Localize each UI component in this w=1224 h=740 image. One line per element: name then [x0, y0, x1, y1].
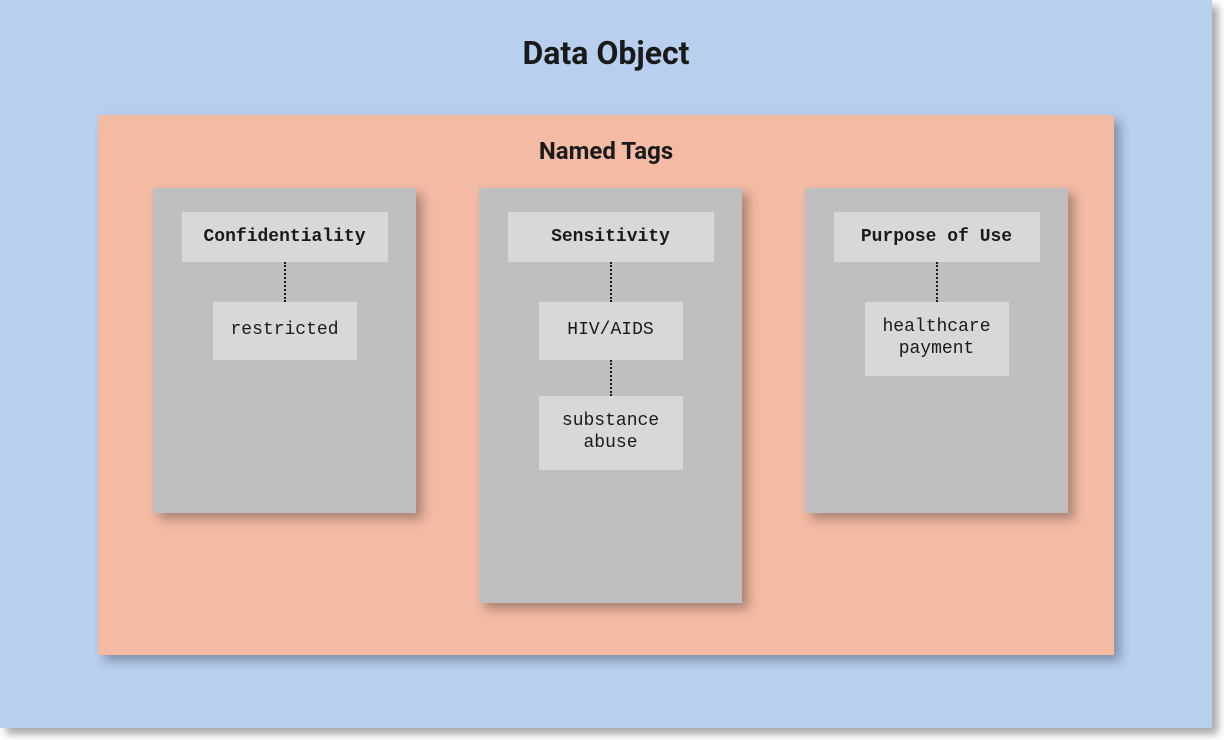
data-object-container: Data Object Named Tags Confidentiality r…	[0, 0, 1212, 728]
tag-header-sensitivity: Sensitivity	[508, 212, 714, 262]
tag-value: healthcare payment	[865, 302, 1009, 376]
tag-panel-sensitivity: Sensitivity HIV/AIDS substance abuse	[479, 188, 742, 603]
tag-panel-purpose-of-use: Purpose of Use healthcare payment	[805, 188, 1068, 513]
connector-vertical	[936, 262, 938, 302]
tag-panel-confidentiality: Confidentiality restricted	[153, 188, 416, 513]
connector-vertical	[610, 262, 612, 302]
tag-header-confidentiality: Confidentiality	[182, 212, 388, 262]
tag-value: restricted	[213, 302, 357, 360]
tag-header-purpose-of-use: Purpose of Use	[834, 212, 1040, 262]
diagram-title: Data Object	[0, 0, 1212, 72]
connector-vertical	[610, 360, 612, 396]
named-tags-title: Named Tags	[98, 115, 1114, 165]
tag-value: HIV/AIDS	[539, 302, 683, 360]
connector-vertical	[284, 262, 286, 302]
tag-value: substance abuse	[539, 396, 683, 470]
named-tags-container: Named Tags Confidentiality restricted Se…	[98, 115, 1114, 655]
